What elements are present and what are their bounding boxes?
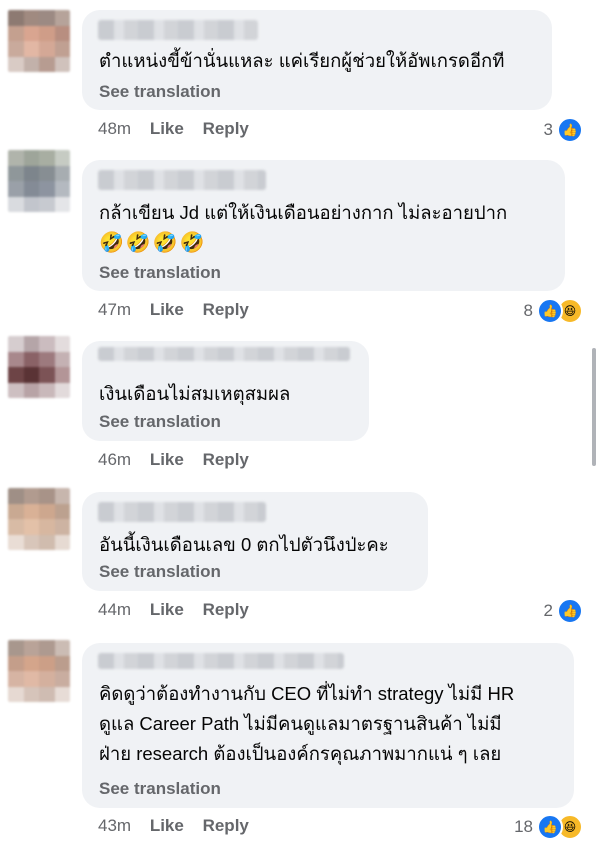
comment-text: เงินเดือนไม่สมเหตุสมผล <box>99 383 291 404</box>
comment-actions: 43m Like Reply <box>98 816 263 836</box>
comment-bubble: เงินเดือนไม่สมเหตุสมผล See translation <box>82 341 369 441</box>
author-name-blurred[interactable] <box>98 347 350 361</box>
timestamp[interactable]: 46m <box>98 450 131 469</box>
reactions[interactable]: 2 👍 <box>544 598 583 624</box>
comment-bubble: กล้าเขียน Jd แต่ให้เงินเดือนอย่างกาก ไม่… <box>82 160 565 291</box>
author-name-blurred[interactable] <box>98 20 258 40</box>
comment-bubble: อันนี้เงินเดือนเลข 0 ตกไปตัวนึงป่ะคะ See… <box>82 492 428 591</box>
reply-button[interactable]: Reply <box>203 119 249 138</box>
timestamp[interactable]: 47m <box>98 300 131 319</box>
author-name-blurred[interactable] <box>98 653 344 669</box>
comment-actions: 48m Like Reply <box>98 119 263 139</box>
comment-text: คิดดูว่าต้องทำงานกับ CEO ที่ไม่ทำ strate… <box>99 683 515 764</box>
reactions[interactable]: 18 👍 😆 <box>514 814 583 840</box>
like-icon: 👍 <box>557 117 583 143</box>
like-button[interactable]: Like <box>150 816 184 835</box>
timestamp[interactable]: 43m <box>98 816 131 835</box>
comment-actions: 44m Like Reply <box>98 600 263 620</box>
like-button[interactable]: Like <box>150 600 184 619</box>
like-button[interactable]: Like <box>150 119 184 138</box>
comment-bubble: คิดดูว่าต้องทำงานกับ CEO ที่ไม่ทำ strate… <box>82 643 574 808</box>
comment-text: อันนี้เงินเดือนเลข 0 ตกไปตัวนึงป่ะคะ <box>99 534 389 555</box>
avatar[interactable] <box>8 10 70 72</box>
comment-text: ตำแหน่งขี้ข้านั่นแหละ แค่เรียกผู้ช่วยให้… <box>99 50 505 71</box>
reply-button[interactable]: Reply <box>203 300 249 319</box>
timestamp[interactable]: 44m <box>98 600 131 619</box>
avatar[interactable] <box>8 336 70 398</box>
avatar[interactable] <box>8 488 70 550</box>
reply-button[interactable]: Reply <box>203 816 249 835</box>
timestamp[interactable]: 48m <box>98 119 131 138</box>
see-translation-link[interactable]: See translation <box>99 562 221 582</box>
author-name-blurred[interactable] <box>98 502 266 522</box>
reaction-count: 3 <box>543 120 553 139</box>
see-translation-link[interactable]: See translation <box>99 263 221 283</box>
avatar[interactable] <box>8 150 70 212</box>
comment-text: กล้าเขียน Jd แต่ให้เงินเดือนอย่างกาก ไม่… <box>99 202 508 223</box>
reaction-count: 18 <box>514 817 533 836</box>
reaction-count: 2 <box>543 601 553 620</box>
reactions[interactable]: 3 👍 <box>544 117 583 143</box>
comment-actions: 46m Like Reply <box>98 450 263 470</box>
reply-button[interactable]: Reply <box>203 450 249 469</box>
like-icon: 👍 <box>537 298 563 324</box>
author-name-blurred[interactable] <box>98 170 266 190</box>
reply-button[interactable]: Reply <box>203 600 249 619</box>
emoji-laugh: 🤣🤣🤣🤣 <box>99 232 207 254</box>
like-icon: 👍 <box>557 598 583 624</box>
reaction-count: 8 <box>523 301 533 320</box>
comment-bubble: ตำแหน่งขี้ข้านั่นแหละ แค่เรียกผู้ช่วยให้… <box>82 10 552 110</box>
like-button[interactable]: Like <box>150 300 184 319</box>
like-icon: 👍 <box>537 814 563 840</box>
scrollbar[interactable] <box>592 348 596 466</box>
comment-actions: 47m Like Reply <box>98 300 263 320</box>
see-translation-link[interactable]: See translation <box>99 82 221 102</box>
avatar[interactable] <box>8 640 70 702</box>
see-translation-link[interactable]: See translation <box>99 412 221 432</box>
see-translation-link[interactable]: See translation <box>99 779 221 799</box>
reactions[interactable]: 8 👍 😆 <box>524 298 583 324</box>
like-button[interactable]: Like <box>150 450 184 469</box>
